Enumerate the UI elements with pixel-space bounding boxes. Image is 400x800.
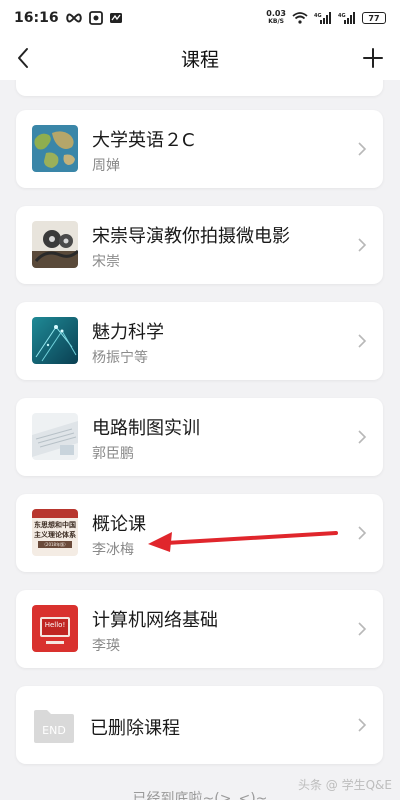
science-image	[32, 317, 78, 364]
chevron-right-icon	[358, 718, 367, 732]
course-card[interactable]: 魅力科学 杨振宁等	[16, 302, 383, 380]
status-time: 16:16	[14, 10, 59, 26]
chevron-right-icon	[358, 526, 367, 540]
course-thumbnail: Hello!	[32, 605, 78, 652]
svg-text:4G: 4G	[314, 13, 322, 19]
film-reel-image	[32, 221, 78, 268]
hello-screen-text: Hello!	[44, 621, 66, 629]
course-card[interactable]: 大学英语２C 周婵	[16, 110, 383, 188]
folder-label: END	[42, 724, 66, 737]
course-card[interactable]: Hello! 计算机网络基础 李瑛	[16, 590, 383, 668]
course-title: 电路制图实训	[92, 418, 200, 439]
add-course-button[interactable]	[362, 47, 384, 69]
course-card[interactable]: 宋崇导演教你拍摄微电影 宋崇	[16, 206, 383, 284]
deleted-courses-title: 已删除课程	[90, 718, 180, 739]
course-thumbnail	[32, 413, 78, 460]
nav-bar: 课程	[0, 36, 400, 80]
infinity-icon	[65, 13, 82, 23]
course-card[interactable]: 电路制图实训 郭臣鹏	[16, 398, 383, 476]
folder-icon: END	[32, 708, 76, 744]
network-speed-unit: KB/S	[268, 18, 284, 25]
signal-4g-icon: 4G	[314, 12, 331, 24]
course-thumbnail	[32, 317, 78, 364]
course-teacher: 李冰梅	[92, 542, 134, 558]
book-cover-line1: 东思想和中国	[34, 521, 76, 529]
status-bar: 16:16 0.03 KB/S 4G 4G 77	[0, 0, 400, 36]
book-cover-line2: 主义理论体系	[34, 531, 76, 539]
course-teacher: 杨振宁等	[92, 350, 148, 366]
message-notification-icon	[109, 13, 122, 23]
chevron-right-icon	[358, 430, 367, 444]
chevron-right-icon	[358, 334, 367, 348]
battery-icon: 77	[362, 12, 386, 24]
chevron-right-icon	[358, 142, 367, 156]
course-thumbnail: 东思想和中国 主义理论体系 （2018年版）	[32, 509, 78, 556]
network-speed: 0.03 KB/S	[266, 10, 286, 26]
book-cover-line3: （2018年版）	[38, 541, 72, 548]
world-map-image	[32, 125, 78, 172]
status-right: 0.03 KB/S 4G 4G 77	[266, 10, 386, 26]
course-thumbnail	[32, 221, 78, 268]
keyboard-desk-image	[32, 413, 78, 460]
course-teacher: 宋崇	[92, 254, 120, 270]
back-button[interactable]	[14, 46, 34, 70]
course-title: 计算机网络基础	[92, 610, 218, 631]
book-cover-top-band	[32, 509, 78, 518]
course-teacher: 李瑛	[92, 638, 120, 654]
network-speed-value: 0.03	[266, 9, 286, 18]
wifi-icon	[292, 12, 308, 24]
course-thumbnail	[32, 125, 78, 172]
svg-text:4G: 4G	[338, 13, 346, 19]
watermark: 头条 @ 学生Q&E	[297, 778, 392, 792]
app-notification-icon	[88, 11, 103, 25]
course-title: 大学英语２C	[92, 130, 195, 151]
hello-screen-stand	[46, 641, 64, 644]
status-left: 16:16	[14, 10, 123, 26]
course-title: 概论课	[92, 514, 146, 535]
course-teacher: 郭臣鹏	[92, 446, 134, 462]
course-teacher: 周婵	[92, 158, 120, 174]
course-list[interactable]: 大学英语２C 周婵 宋崇导演教你拍摄微电影 宋崇 魅力科学 杨振宁等 电路制图实…	[0, 80, 400, 800]
course-title: 魅力科学	[92, 322, 164, 343]
signal-4g-secondary-icon: 4G	[338, 12, 355, 24]
course-card[interactable]: 东思想和中国 主义理论体系 （2018年版） 概论课 李冰梅	[16, 494, 383, 572]
course-card-partial[interactable]	[16, 80, 383, 96]
course-title: 宋崇导演教你拍摄微电影	[92, 226, 290, 247]
chevron-right-icon	[358, 238, 367, 252]
deleted-courses-card[interactable]: END 已删除课程	[16, 686, 383, 764]
page-title: 课程	[180, 48, 219, 71]
chevron-right-icon	[358, 622, 367, 636]
